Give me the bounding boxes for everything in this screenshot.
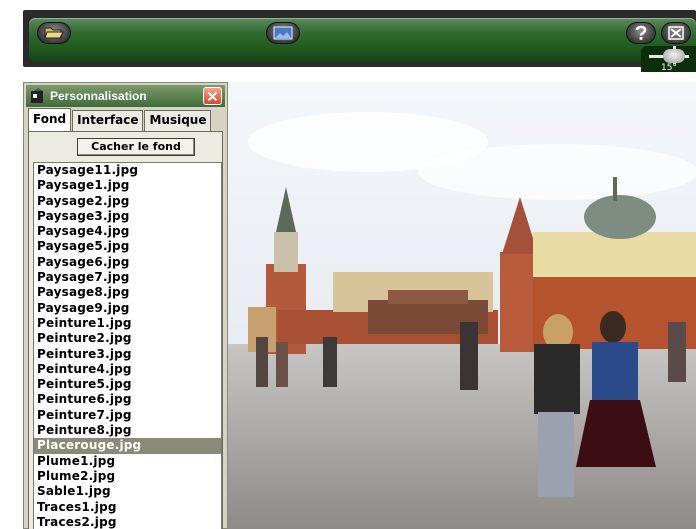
app-icon: [31, 88, 43, 103]
file-list-item[interactable]: Paysage5.jpg: [34, 239, 221, 254]
file-list-item[interactable]: Paysage11.jpg: [34, 163, 221, 178]
zoom-control[interactable]: 15°: [641, 46, 696, 73]
file-list-item[interactable]: Peinture6.jpg: [34, 392, 221, 407]
close-icon: [668, 26, 684, 40]
hide-background-button[interactable]: Cacher le fond: [77, 138, 195, 156]
file-list-item[interactable]: Peinture8.jpg: [34, 423, 221, 438]
personalization-panel: Personnalisation Fond Interface Musique …: [23, 82, 228, 529]
file-list-item[interactable]: Paysage2.jpg: [34, 194, 221, 209]
tab-musique[interactable]: Musique: [144, 110, 212, 131]
image-icon: [273, 26, 293, 40]
file-list-item[interactable]: Paysage3.jpg: [34, 209, 221, 224]
panel-tabs: Fond Interface Musique: [28, 108, 212, 131]
file-list-item[interactable]: Plume1.jpg: [34, 454, 221, 469]
file-list-item[interactable]: Plume2.jpg: [34, 469, 221, 484]
open-folder-button[interactable]: [37, 22, 71, 44]
folder-open-icon: [44, 27, 64, 39]
file-list-item[interactable]: Traces2.jpg: [34, 515, 221, 529]
file-list-item[interactable]: Traces1.jpg: [34, 500, 221, 515]
tab-fond[interactable]: Fond: [28, 108, 72, 131]
file-list-item[interactable]: Paysage1.jpg: [34, 178, 221, 193]
file-list-item[interactable]: Peinture7.jpg: [34, 408, 221, 423]
zoom-knob[interactable]: [663, 49, 685, 63]
file-list-item[interactable]: Peinture1.jpg: [34, 316, 221, 331]
tab-content-fond: Cacher le fond Paysage11.jpg Paysage1.jpg…: [28, 131, 223, 529]
file-list-item[interactable]: Peinture3.jpg: [34, 347, 221, 362]
panel-title: Personnalisation: [50, 89, 147, 103]
help-icon: [635, 25, 647, 40]
file-list-item[interactable]: Paysage6.jpg: [34, 255, 221, 270]
toolbar-bar: 15°: [29, 18, 696, 73]
file-list-item[interactable]: Sable1.jpg: [34, 484, 221, 499]
file-list-item[interactable]: Paysage7.jpg: [34, 270, 221, 285]
help-button[interactable]: [626, 22, 656, 44]
image-button[interactable]: [266, 22, 300, 44]
background-photo: [228, 82, 696, 529]
file-list-item[interactable]: Paysage4.jpg: [34, 224, 221, 239]
close-app-button[interactable]: [661, 22, 691, 44]
zoom-value: 15°: [661, 63, 677, 73]
file-list-item[interactable]: Peinture4.jpg: [34, 362, 221, 377]
panel-title-bar[interactable]: Personnalisation: [26, 85, 225, 107]
file-list-item[interactable]: Peinture2.jpg: [34, 331, 221, 346]
file-list-item[interactable]: Paysage8.jpg: [34, 285, 221, 300]
panel-close-button[interactable]: [203, 87, 222, 105]
file-list-item[interactable]: Peinture5.jpg: [34, 377, 221, 392]
close-icon: [207, 91, 218, 101]
tab-interface[interactable]: Interface: [72, 110, 144, 131]
background-file-list[interactable]: Paysage11.jpg Paysage1.jpg Paysage2.jpg Pay…: [33, 162, 222, 529]
background-image: [228, 82, 696, 529]
file-list-item[interactable]: Paysage9.jpg: [34, 301, 221, 316]
main-toolbar: 15°: [23, 10, 696, 73]
file-list-item[interactable]: Placerouge.jpg: [34, 438, 221, 454]
